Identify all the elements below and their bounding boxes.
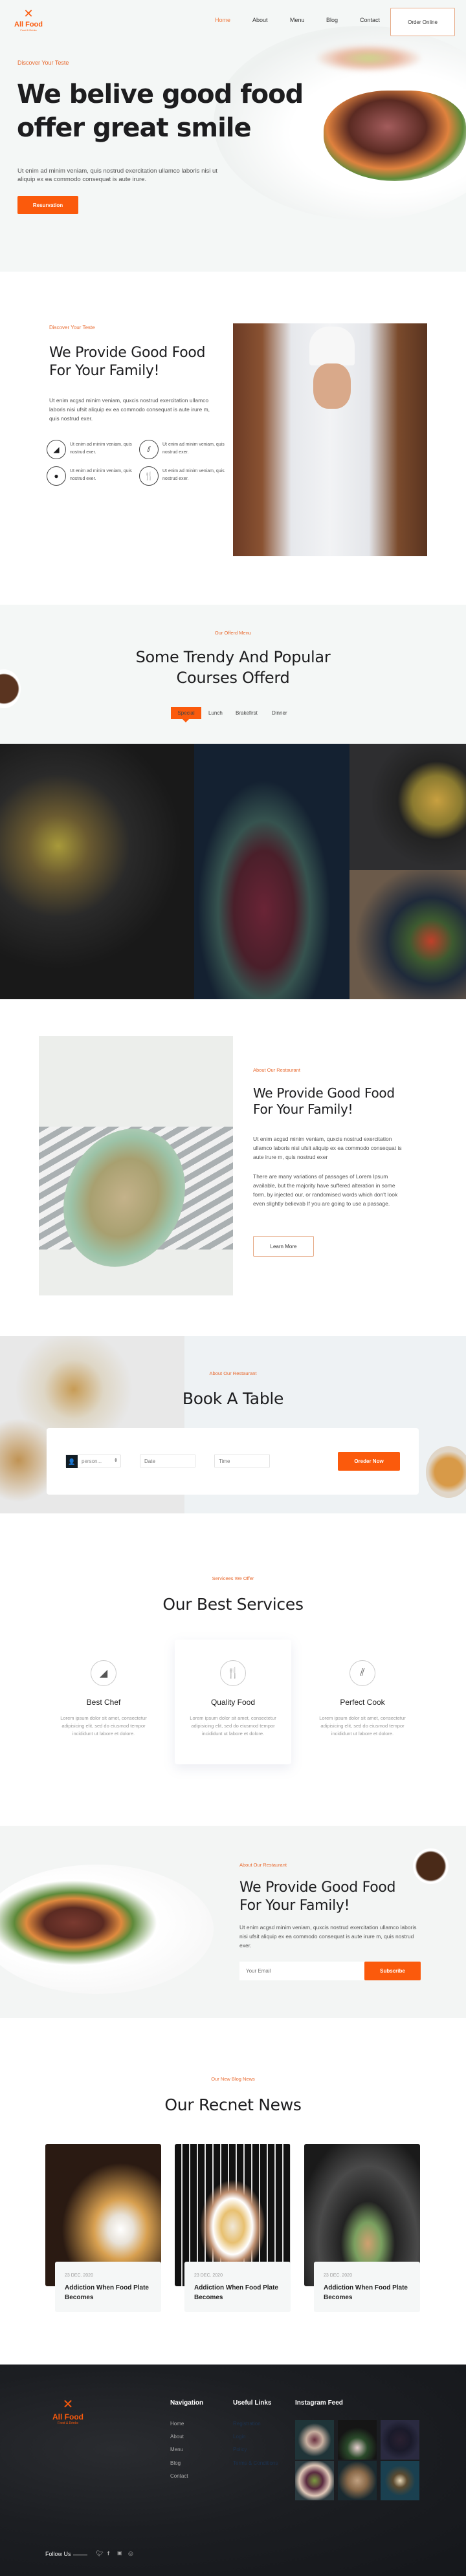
hero-eyebrow: Discover Your Teste [17,60,69,66]
order-now-button[interactable]: Oreder Now [338,1452,400,1471]
provide-text: Ut enim acgsd minim veniam, quxcis nostr… [49,397,210,422]
learn-more-button[interactable]: Learn More [253,1236,314,1257]
instagram-thumb[interactable] [338,2461,377,2500]
food-gallery [0,744,466,999]
subscribe-section [0,1826,466,2018]
date-input[interactable] [140,1455,195,1467]
gallery-image-quiche[interactable] [350,870,466,999]
about-food-image [39,1036,233,1295]
fork-knife-logo-icon: ✕ [23,7,34,20]
services-title: Our Best Services [162,1595,304,1614]
footer-instagram-title: Instagram Feed [295,2399,343,2407]
footer-link-terms[interactable]: Terms & Conditions [233,2460,278,2466]
about-text-1: Ut enim acgsd minim veniam, quxcis nostr… [253,1136,402,1160]
fries-plate-image [426,1446,466,1498]
menu-title: Some Trendy And Popular Courses Offerd [135,648,331,687]
footer-link-about[interactable]: About [170,2434,184,2440]
steak-plate-image [0,1865,214,1994]
subscribe-button[interactable]: Subscribe [364,1962,421,1980]
email-input[interactable] [239,1962,364,1980]
instagram-thumb[interactable] [338,2420,377,2460]
service-card: ◢ Best Chef Lorem ipsum dolor sit amet, co… [45,1660,162,1738]
grill-icon: ⫽ [139,440,159,459]
instagram-thumb[interactable] [381,2420,419,2460]
fork-knife-icon: 🍴 [139,466,159,486]
nav-home[interactable]: Home [215,17,230,23]
reservation-button[interactable]: Resurvation [17,196,78,214]
tab-dinner[interactable]: Dinner [272,707,287,719]
linkedin-icon[interactable]: ▣ [117,2550,122,2556]
gallery-image-beets[interactable] [194,744,350,999]
instagram-thumb[interactable] [381,2461,419,2500]
news-card[interactable]: 23 DEC. 2020 Addiction When Food Plate Be… [304,2144,420,2315]
footer-link-login[interactable]: Login [233,2434,246,2440]
facebook-icon[interactable]: f [107,2550,109,2557]
instagram-icon[interactable]: ◎ [128,2550,133,2557]
feature-item: ⫽ Ut enim ad minim veniam, quis nostrud e… [139,440,230,466]
booking-eyebrow: About Our Restaurant [209,1370,257,1376]
fork-knife-logo-icon: ✕ [62,2397,74,2412]
feature-item: ● Ut enim ad minim veniam, quis nostrud e… [47,466,137,492]
tab-breakfast[interactable]: Brakefirst [236,707,258,719]
booking-title: Book A Table [182,1389,284,1408]
nav-contact[interactable]: Contact [360,17,380,23]
provide-title: We Provide Good Food For Your Family! [49,345,206,379]
footer-link-contact[interactable]: Contact [170,2473,188,2479]
feature-item: ◢ Ut enim ad minim veniam, quis nostrud e… [47,440,137,466]
user-icon: 👤 [66,1455,78,1468]
news-card[interactable]: 23 DEC. 2020 Addiction When Food Plate Be… [45,2144,161,2315]
news-title: Our Recnet News [164,2095,302,2114]
news-card[interactable]: 23 DEC. 2020 Addiction When Food Plate Be… [175,2144,291,2315]
footer-link-blog[interactable]: Blog [170,2460,181,2466]
cake-icon: ◢ [47,440,66,459]
footer-link-registration[interactable]: Registration [233,2421,261,2427]
hero-title: We belive good food offer great smile [17,80,304,143]
subscribe-title: We Provide Good Food For Your Family! [239,1879,396,1914]
feature-item: 🍴 Ut enim ad minim veniam, quis nostrud e… [139,466,230,492]
logo[interactable]: ✕ All Food Food & Drinks [10,6,47,38]
provide-eyebrow: Discover Your Teste [49,325,95,330]
tab-special[interactable]: Special [171,707,201,719]
service-card: 🍴 Quality Food Lorem ipsum dolor sit amet,… [175,1660,291,1738]
person-select[interactable]: 👤 person... ⇕ [65,1455,121,1468]
subscribe-text: Ut enim acgsd minim veniam, quxcis nostr… [239,1924,417,1949]
coffee-cup-image [413,1848,449,1884]
footer-link-home[interactable]: Home [170,2421,184,2427]
cookie-icon: ● [47,466,66,486]
hero-text: Ut enim ad minim veniam, quis nostrud ex… [17,168,217,183]
tab-lunch[interactable]: Lunch [208,707,223,719]
instagram-thumb[interactable] [295,2461,334,2500]
footer-nav-title: Navigation [170,2399,204,2407]
nav-about[interactable]: About [252,17,268,23]
gallery-image-salad-bowl[interactable] [350,744,466,870]
instagram-thumb[interactable] [295,2420,334,2460]
footer-useful-title: Useful Links [233,2399,272,2407]
grill-icon: ⫽ [350,1660,375,1686]
booking-form: 👤 person... ⇕ Oreder Now [47,1428,419,1495]
chef-image [233,323,427,556]
footer-link-policy[interactable]: Policy [233,2447,247,2452]
footer-logo[interactable]: ✕ All Food Food & Drinks [44,2397,92,2425]
nav-menu[interactable]: Menu [290,17,305,23]
footer: ✕ All Food Food & Drinks Navigation Usef… [0,2365,466,2576]
time-input[interactable] [214,1455,270,1467]
service-card: ⫽ Perfect Cook Lorem ipsum dolor sit amet,… [304,1660,421,1738]
subscribe-eyebrow: About Our Restaurant [239,1862,287,1868]
fork-knife-icon: 🍴 [220,1660,246,1686]
twitter-icon[interactable]: 🐦︎ [96,2550,103,2557]
about-title: We Provide Good Food For Your Family! [253,1085,395,1117]
footer-link-menu[interactable]: Menu [170,2447,183,2452]
select-arrows-icon: ⇕ [114,1458,118,1463]
nav-blog[interactable]: Blog [326,17,338,23]
services-eyebrow: Servicees We Offer [212,1575,254,1581]
about-text-2: There are many variations of passages of… [253,1173,398,1207]
gallery-image-platter[interactable] [0,744,194,999]
about-eyebrow: About Our Restaurant [253,1067,300,1073]
follow-us-label: Follow Us [45,2551,71,2557]
order-online-button[interactable]: Order Online [390,8,455,36]
cake-icon: ◢ [91,1660,116,1686]
news-eyebrow: Our New Blog News [211,2076,255,2082]
menu-eyebrow: Our Offerd Menu [214,630,252,636]
